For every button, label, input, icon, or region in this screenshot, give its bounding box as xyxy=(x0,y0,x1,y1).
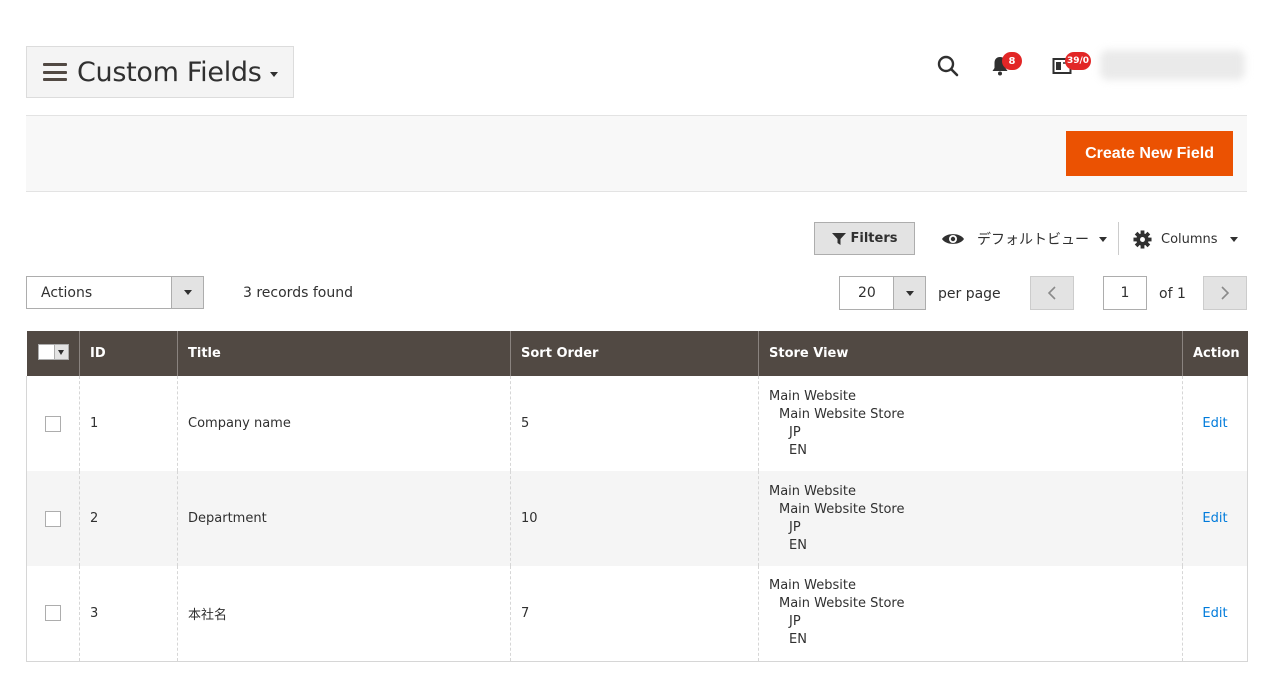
chevron-down-icon xyxy=(269,71,278,77)
row-sort-order: 10 xyxy=(510,471,759,566)
search-icon xyxy=(937,55,959,77)
current-page-input[interactable] xyxy=(1103,276,1147,310)
row-id: 2 xyxy=(79,471,178,566)
row-checkbox[interactable] xyxy=(45,605,61,622)
notifications-badge: 8 xyxy=(1002,52,1022,70)
view-label: デフォルトビュー xyxy=(977,232,1089,248)
per-page-label: per page xyxy=(938,286,1001,302)
search-button[interactable] xyxy=(930,48,966,84)
header-actions: 8 39/0 xyxy=(930,48,1092,84)
chevron-down-icon xyxy=(171,277,203,308)
table-row: 2 Department 10 Main Website Main Websit… xyxy=(26,471,1248,566)
columns-button[interactable]: Columns xyxy=(1133,227,1238,251)
filters-button[interactable]: Filters xyxy=(814,222,915,255)
store-view-website: Main Website xyxy=(769,483,856,499)
total-pages: of 1 xyxy=(1159,286,1186,302)
row-checkbox[interactable] xyxy=(45,510,61,527)
row-checkbox[interactable] xyxy=(45,415,61,432)
filter-icon xyxy=(831,232,846,245)
edit-link[interactable]: Edit xyxy=(1202,511,1227,526)
chevron-down-icon xyxy=(893,277,925,309)
row-id: 3 xyxy=(79,566,178,662)
store-view-en: EN xyxy=(789,632,807,648)
column-header-store-view[interactable]: Store View xyxy=(758,331,1183,376)
notifications-button[interactable]: 8 xyxy=(982,48,1022,84)
store-view-website: Main Website xyxy=(769,578,856,594)
edit-link[interactable]: Edit xyxy=(1202,606,1227,621)
user-account-button[interactable] xyxy=(1100,50,1245,80)
page-title: Custom Fields xyxy=(77,56,262,88)
next-page-button[interactable] xyxy=(1203,276,1247,310)
per-page-dropdown[interactable]: 20 xyxy=(839,276,926,310)
column-header-sort-order[interactable]: Sort Order xyxy=(510,331,759,376)
previous-page-button[interactable] xyxy=(1030,276,1074,310)
mass-actions-label: Actions xyxy=(41,284,93,301)
grid-header-row: ID Title Sort Order Store View Action xyxy=(26,331,1248,376)
menu-icon xyxy=(43,63,67,81)
row-id: 1 xyxy=(79,376,178,471)
store-view-store: Main Website Store xyxy=(779,596,905,612)
row-store-view: Main Website Main Website Store JP EN xyxy=(758,471,1183,566)
chevron-left-icon xyxy=(1047,286,1056,300)
system-messages-button[interactable]: 39/0 xyxy=(1044,48,1092,84)
per-page-value: 20 xyxy=(858,285,876,301)
store-view-store: Main Website Store xyxy=(779,406,905,422)
eye-icon xyxy=(942,234,964,244)
gear-icon xyxy=(1133,229,1152,249)
page-actions-bar: Create New Field xyxy=(26,115,1247,192)
toolbar-divider xyxy=(1118,222,1119,255)
table-row: 3 本社名 7 Main Website Main Website Store … xyxy=(26,566,1248,662)
columns-label: Columns xyxy=(1161,231,1218,247)
mass-select-dropdown[interactable] xyxy=(37,344,69,360)
store-view-jp: JP xyxy=(789,519,801,535)
records-found: 3 records found xyxy=(243,285,353,301)
store-view-jp: JP xyxy=(789,614,801,630)
row-store-view: Main Website Main Website Store JP EN xyxy=(758,376,1183,471)
edit-link[interactable]: Edit xyxy=(1202,416,1227,431)
chevron-right-icon xyxy=(1221,286,1230,300)
chevron-down-icon xyxy=(53,345,68,359)
column-header-id[interactable]: ID xyxy=(79,331,178,376)
mass-select-header xyxy=(26,331,80,376)
store-view-en: EN xyxy=(789,537,807,553)
page-title-menu[interactable]: Custom Fields xyxy=(26,46,294,98)
chevron-down-icon xyxy=(1229,236,1238,242)
row-title: Company name xyxy=(177,376,511,471)
create-new-field-button[interactable]: Create New Field xyxy=(1066,131,1233,176)
row-title: 本社名 xyxy=(177,566,511,662)
store-view-en: EN xyxy=(789,442,807,458)
view-switcher[interactable]: デフォルトビュー xyxy=(941,227,1107,251)
mass-actions-dropdown[interactable]: Actions xyxy=(26,276,204,309)
table-row: 1 Company name 5 Main Website Main Websi… xyxy=(26,376,1248,471)
store-view-website: Main Website xyxy=(769,388,856,404)
store-view-store: Main Website Store xyxy=(779,501,905,517)
row-title: Department xyxy=(177,471,511,566)
store-view-jp: JP xyxy=(789,424,801,440)
row-sort-order: 7 xyxy=(510,566,759,662)
filters-label: Filters xyxy=(850,231,898,246)
chevron-down-icon xyxy=(1099,236,1107,242)
row-sort-order: 5 xyxy=(510,376,759,471)
row-store-view: Main Website Main Website Store JP EN xyxy=(758,566,1183,662)
custom-fields-grid: ID Title Sort Order Store View Action 1 … xyxy=(26,331,1248,662)
column-header-title[interactable]: Title xyxy=(177,331,511,376)
column-header-action: Action xyxy=(1182,331,1248,376)
system-messages-badge: 39/0 xyxy=(1065,52,1092,70)
